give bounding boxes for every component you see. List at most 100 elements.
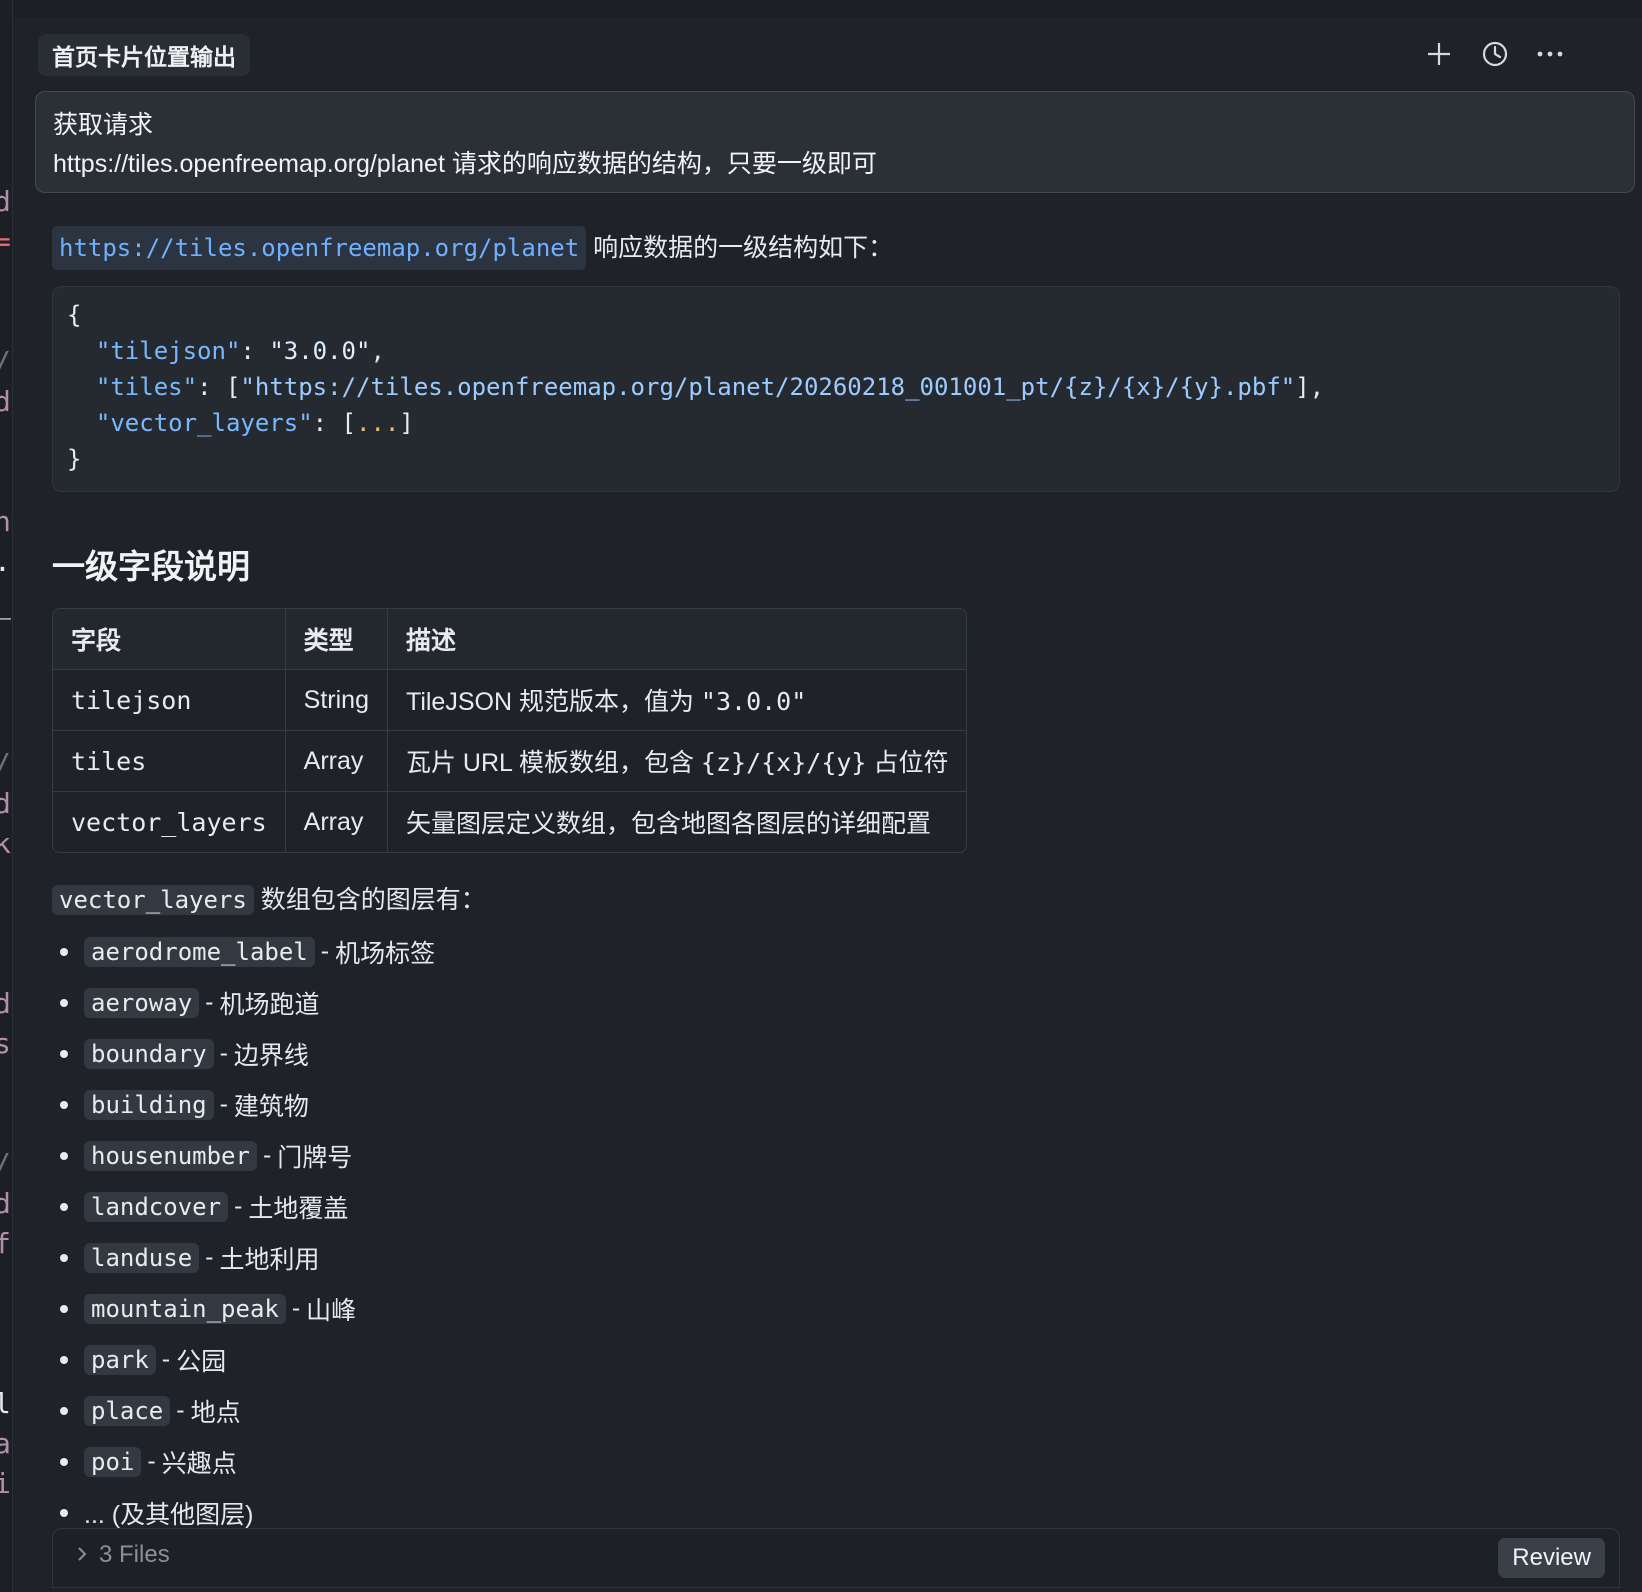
list-item: boundary - 边界线 xyxy=(52,1028,435,1079)
layer-desc: 兴趣点 xyxy=(161,1449,237,1478)
gutter-glyph: _ xyxy=(0,590,11,618)
top-bar xyxy=(14,0,1642,18)
code-value: "https://tiles.openfreemap.org/planet/20… xyxy=(240,373,1296,401)
url-link[interactable]: https://tiles.openfreemap.org/planet xyxy=(52,226,587,270)
bullet xyxy=(60,1202,68,1211)
files-bar: 3 Files Review xyxy=(52,1528,1620,1588)
layer-desc: 山峰 xyxy=(306,1296,357,1325)
list-item: aerodrome_label - 机场标签 xyxy=(52,926,435,977)
code-line: "tiles": ["https://tiles.openfreemap.org… xyxy=(67,369,1605,405)
gutter-glyph: d xyxy=(0,790,11,818)
layer-name: poi xyxy=(84,1446,142,1477)
layer-desc: 土地利用 xyxy=(219,1245,320,1274)
gutter-glyph: i xyxy=(0,1470,11,1498)
cell-type: Array xyxy=(285,792,388,852)
dash: - xyxy=(147,1447,156,1475)
user-prompt[interactable]: 获取请求 https://tiles.openfreemap.org/plane… xyxy=(35,91,1635,193)
cell-desc: 瓦片 URL 模板数组，包含 {z}/{x}/{y} 占位符 xyxy=(387,731,967,792)
dash: - xyxy=(291,1294,301,1322)
layers-list: aerodrome_label - 机场标签 aeroway - 机场跑道 boundary… xyxy=(52,926,435,1538)
code-tail: ], xyxy=(1295,373,1325,401)
header-type: 类型 xyxy=(285,609,388,670)
table-header-row: 字段 类型 描述 xyxy=(53,609,967,670)
list-item: mountain_peak - 山峰 xyxy=(52,1283,435,1334)
layer-name: building xyxy=(84,1089,214,1120)
gutter-glyph: d xyxy=(0,990,11,1018)
bullet xyxy=(60,1100,68,1109)
layer-desc: 建筑物 xyxy=(233,1092,309,1121)
code-line: "tilejson": "3.0.0", xyxy=(67,333,1605,369)
code-key: "tilejson" xyxy=(95,337,241,365)
bullet xyxy=(60,1457,68,1466)
layer-desc: 地点 xyxy=(190,1398,241,1427)
code-open: { xyxy=(67,301,82,329)
list-item: housenumber - 门牌号 xyxy=(52,1130,435,1181)
chat-title: 首页卡片位置输出 xyxy=(52,44,236,70)
bullet xyxy=(60,998,68,1007)
list-item: building - 建筑物 xyxy=(52,1079,435,1130)
desc-text: TileJSON 规范版本，值为 xyxy=(405,688,701,716)
bullet xyxy=(60,1304,68,1313)
layers-intro-text: 数组包含的图层有： xyxy=(253,886,486,914)
dash: - xyxy=(320,937,330,965)
desc-code: {z}/{x}/{y} xyxy=(700,748,867,777)
plus-icon[interactable] xyxy=(1421,36,1457,72)
list-item: park - 公园 xyxy=(52,1334,435,1385)
gutter-glyph: f xyxy=(0,1230,11,1258)
bullet xyxy=(60,1355,68,1364)
response-intro: https://tiles.openfreemap.org/planet 响应数… xyxy=(52,226,1622,270)
desc-text: 矢量图层定义数组，包含地图各图层的详细配置 xyxy=(405,810,931,838)
gutter-glyph: a xyxy=(0,1430,11,1458)
prompt-line-2: https://tiles.openfreemap.org/planet 请求的… xyxy=(53,150,877,178)
code-tail: , xyxy=(370,337,385,365)
chevron-right-icon xyxy=(77,1541,87,1569)
bullet xyxy=(60,1508,68,1517)
layer-desc: 公园 xyxy=(176,1347,227,1376)
intro-text: 响应数据的一级结构如下： xyxy=(586,234,894,262)
layer-name: housenumber xyxy=(84,1140,257,1171)
dash: - xyxy=(176,1396,185,1424)
layer-desc: 机场标签 xyxy=(335,939,436,968)
gutter-glyph: k xyxy=(0,830,11,858)
list-item: landcover - 土地覆盖 xyxy=(52,1181,435,1232)
bullet xyxy=(60,1406,68,1415)
history-icon[interactable] xyxy=(1477,36,1513,72)
code-value: ... xyxy=(356,409,400,437)
dash: - xyxy=(219,1039,228,1067)
editor-gutter: d=/dn._/dkds/dflai xyxy=(0,0,13,1592)
layer-name: landcover xyxy=(84,1191,229,1222)
prompt-line-1: 获取请求 xyxy=(53,111,154,139)
dash: - xyxy=(219,1090,228,1118)
header-field: 字段 xyxy=(53,609,286,670)
desc-text: 瓦片 URL 模板数组，包含 xyxy=(405,749,701,777)
cell-desc: 矢量图层定义数组，包含地图各图层的详细配置 xyxy=(387,792,967,852)
layer-name: aeroway xyxy=(84,987,200,1018)
files-toggle[interactable]: 3 Files xyxy=(77,1541,170,1569)
cell-type: Array xyxy=(285,731,388,792)
dash: - xyxy=(262,1141,272,1169)
header-desc: 描述 xyxy=(387,609,967,670)
layer-name: aerodrome_label xyxy=(84,936,315,967)
code-key: "tiles" xyxy=(95,373,198,401)
code-block: { "tilejson": "3.0.0", "tiles": ["https:… xyxy=(52,286,1620,492)
dash: - xyxy=(205,1243,214,1271)
dash: - xyxy=(161,1345,171,1373)
section-title: 一级字段说明 xyxy=(52,548,250,585)
layer-desc: 机场跑道 xyxy=(219,990,320,1019)
layers-intro: vector_layers 数组包含的图层有： xyxy=(52,880,486,916)
layer-name: mountain_peak xyxy=(84,1293,286,1324)
cell-field: vector_layers xyxy=(53,792,286,852)
code-value: "3.0.0" xyxy=(269,337,371,365)
code-sep: : [ xyxy=(197,373,241,401)
layer-desc: 门牌号 xyxy=(277,1143,353,1172)
more-icon[interactable] xyxy=(1532,36,1568,72)
code-line: "vector_layers": [...] xyxy=(67,405,1605,441)
layer-desc: 土地覆盖 xyxy=(248,1194,349,1223)
chat-title-tab[interactable]: 首页卡片位置输出 xyxy=(38,34,250,76)
bullet xyxy=(60,1049,68,1058)
review-button[interactable]: Review xyxy=(1498,1538,1605,1578)
layer-name: park xyxy=(84,1344,156,1375)
code-sep: : [ xyxy=(312,409,357,437)
code-close: } xyxy=(67,445,82,473)
desc-suffix: 占位符 xyxy=(866,749,949,777)
